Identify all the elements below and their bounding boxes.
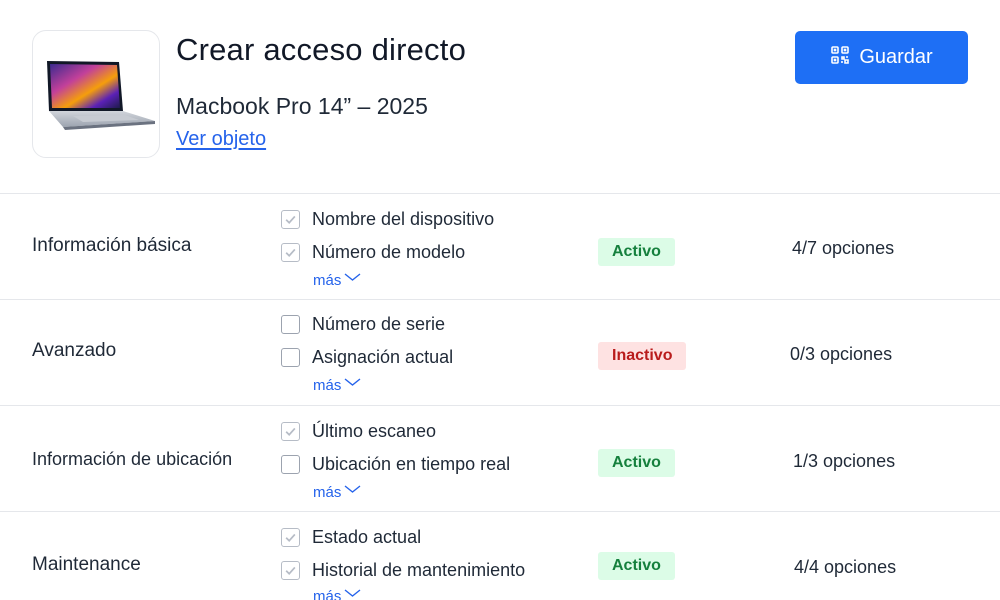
check-icon (285, 427, 296, 437)
section-row-maintenance: Maintenance Estado actual Historial de m… (0, 511, 1000, 600)
check-icon (285, 248, 296, 258)
option-count: 4/7 opciones (792, 238, 895, 258)
more-link[interactable]: más (313, 484, 361, 501)
checkbox[interactable] (281, 422, 300, 441)
section-row-location: Información de ubicación Último escaneo … (0, 405, 1000, 512)
view-object-link[interactable]: Ver objeto (176, 128, 266, 151)
more-link[interactable]: más (313, 588, 361, 600)
option-item[interactable]: Ubicación en tiempo real (281, 454, 510, 475)
section-label: Avanzado (32, 340, 117, 361)
option-label: Número de serie (312, 314, 446, 334)
option-label: Último escaneo (312, 421, 437, 441)
more-label: más (313, 588, 342, 600)
option-count: 0/3 opciones (790, 344, 893, 364)
more-label: más (313, 272, 342, 289)
option-item[interactable]: Asignación actual (281, 347, 453, 368)
more-link[interactable]: más (313, 272, 361, 289)
checkbox[interactable] (281, 348, 300, 367)
check-icon (285, 566, 296, 576)
more-label: más (313, 484, 342, 501)
checkbox[interactable] (281, 455, 300, 474)
chevron-down-icon (344, 485, 361, 493)
section-label: Información básica (32, 235, 192, 256)
qr-code-icon (830, 45, 850, 71)
option-label: Asignación actual (312, 347, 454, 367)
status-badge: Activo (598, 552, 675, 580)
check-icon (285, 533, 296, 543)
checkbox[interactable] (281, 210, 300, 229)
option-item[interactable]: Número de modelo (281, 242, 465, 263)
option-item[interactable]: Historial de mantenimiento (281, 560, 525, 581)
more-label: más (313, 377, 342, 394)
checkbox[interactable] (281, 243, 300, 262)
section-label: Información de ubicación (32, 449, 233, 469)
status-badge: Activo (598, 238, 675, 266)
chevron-down-icon (344, 589, 361, 597)
option-item[interactable]: Último escaneo (281, 421, 436, 442)
option-label: Historial de mantenimiento (312, 560, 526, 580)
more-link[interactable]: más (313, 377, 361, 394)
option-count: 4/4 opciones (794, 557, 897, 577)
option-count: 1/3 opciones (793, 451, 896, 471)
chevron-down-icon (344, 378, 361, 386)
checkbox[interactable] (281, 561, 300, 580)
section-label: Maintenance (32, 554, 141, 575)
option-label: Nombre del dispositivo (312, 209, 495, 229)
save-button[interactable]: Guardar (795, 31, 968, 84)
status-badge: Inactivo (598, 342, 687, 370)
section-row-advanced: Avanzado Número de serie Asignación actu… (0, 299, 1000, 406)
option-item[interactable]: Número de serie (281, 314, 445, 335)
option-item[interactable]: Estado actual (281, 527, 421, 548)
status-badge: Activo (598, 449, 675, 477)
product-thumbnail (32, 30, 160, 158)
check-icon (285, 215, 296, 225)
section-row-basic-info: Información básica Nombre del dispositiv… (0, 193, 1000, 300)
header: Crear acceso directo Macbook Pro 14” – 2… (0, 0, 1000, 194)
option-label: Estado actual (312, 527, 422, 547)
laptop-image (47, 61, 155, 130)
save-button-label: Guardar (859, 46, 933, 68)
page-title: Crear acceso directo (176, 32, 467, 67)
chevron-down-icon (344, 273, 361, 281)
product-name: Macbook Pro 14” – 2025 (176, 93, 428, 119)
checkbox[interactable] (281, 315, 300, 334)
option-label: Número de modelo (312, 242, 466, 262)
option-label: Ubicación en tiempo real (312, 454, 511, 474)
checkbox[interactable] (281, 528, 300, 547)
option-item[interactable]: Nombre del dispositivo (281, 209, 494, 230)
